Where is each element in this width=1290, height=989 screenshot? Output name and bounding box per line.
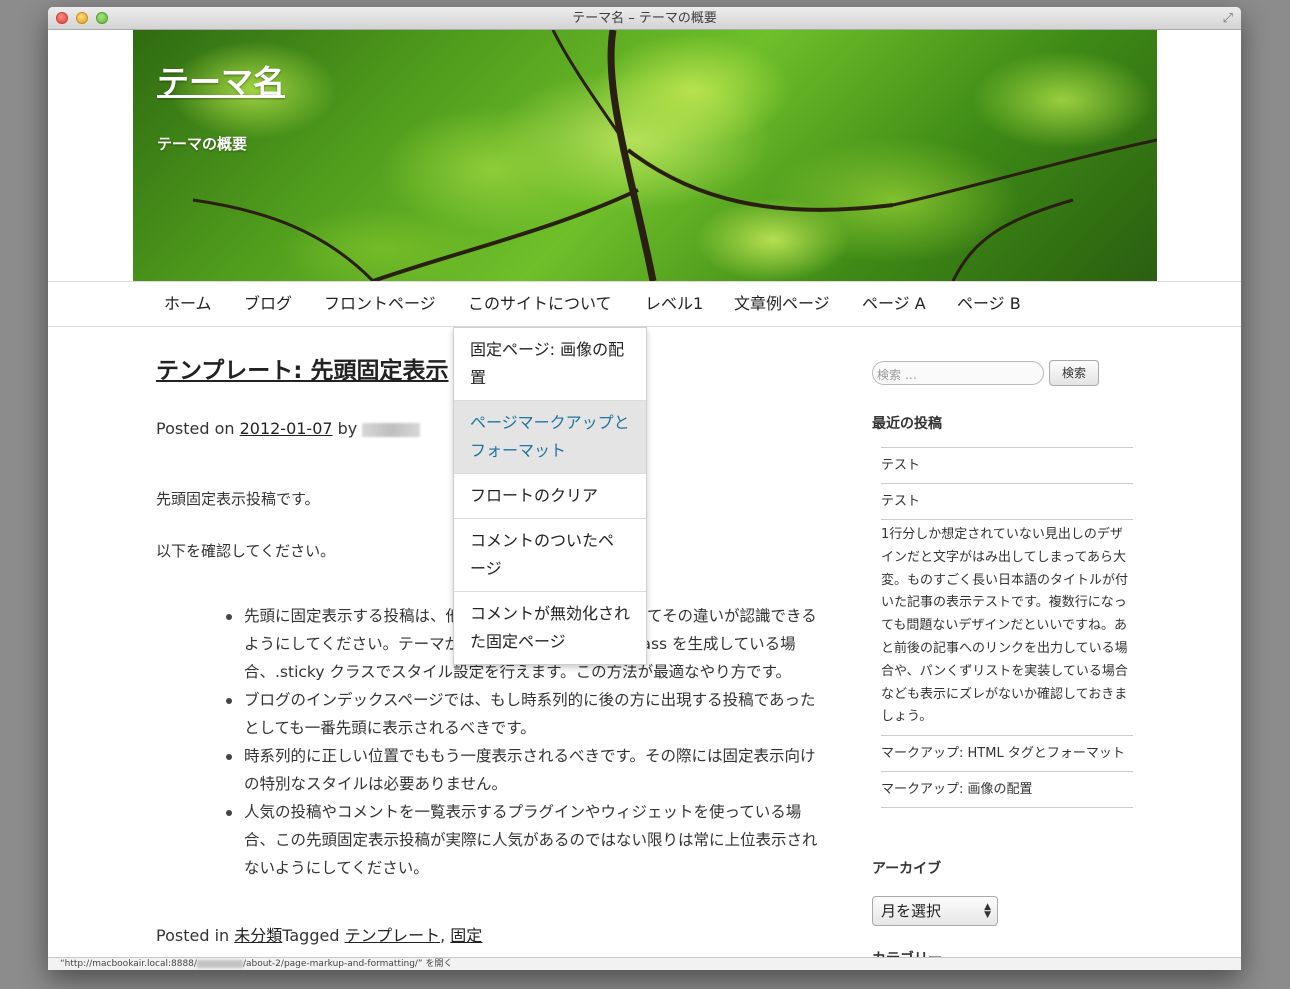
archive-select-value: 月を選択 [881, 902, 942, 920]
select-arrows-icon: ▲ ▼ [984, 902, 991, 920]
by-label: by [332, 419, 363, 438]
post-date-link[interactable]: 2012-01-07 [240, 419, 333, 438]
post-title-link[interactable]: テンプレート: 先頭固定表示 [156, 351, 449, 385]
status-url-blurred [196, 959, 243, 968]
list-item: 人気の投稿やコメントを一覧表示するプラグインやウィジェットを使っている場合、この… [226, 798, 829, 882]
title-bar[interactable]: テーマ名 – テーマの概要 ⤢ [48, 7, 1241, 30]
status-bar: “http://macbookair.local:8888/ /about-2/p… [48, 957, 1241, 970]
close-window-button[interactable] [56, 12, 68, 24]
list-item: ブログのインデックスページでは、もし時系列的に後の方に出現する投稿であったとして… [226, 686, 829, 742]
submenu-item-markup-formatting[interactable]: ページマークアップとフォーマット [454, 401, 646, 474]
tag-separator: , [440, 926, 451, 945]
recent-post-link[interactable]: 1行分しか想定されていない見出しのデザインだと文字がはみ出してしまってあら大変。… [881, 520, 1133, 737]
archives-heading: アーカイブ [872, 861, 942, 877]
browser-window: テーマ名 – テーマの概要 ⤢ テーマ名 テーマの概要 ホーム ブログ フロント… [48, 7, 1241, 970]
submenu-item-page-with-comments[interactable]: コメントのついたページ [454, 519, 646, 592]
recent-posts-heading: 最近の投稿 [872, 416, 942, 432]
recent-post-link[interactable]: テスト [881, 484, 1133, 520]
author-name-blurred[interactable] [362, 422, 421, 437]
main-navigation: ホーム ブログ フロントページ このサイトについて レベル1 文章例ページ ペー… [48, 281, 1241, 327]
nav-item-level1[interactable]: レベル1 [645, 282, 703, 326]
post-check-text: 以下を確認してください。 [156, 542, 336, 560]
nav-item-front-page[interactable]: フロントページ [324, 282, 436, 326]
site-description: テーマの概要 [157, 135, 248, 153]
nav-item-home[interactable]: ホーム [164, 282, 212, 326]
nav-item-blog[interactable]: ブログ [244, 282, 292, 326]
header-image: テーマ名 テーマの概要 [133, 30, 1157, 281]
about-submenu: 固定ページ: 画像の配置 ページマークアップとフォーマット フロートのクリア コ… [453, 327, 647, 665]
site-title-link[interactable]: テーマ名 [157, 57, 285, 103]
window-title: テーマ名 – テーマの概要 [572, 11, 717, 26]
branches-graphic [192, 30, 1157, 281]
zoom-window-button[interactable] [96, 12, 108, 24]
nav-item-about[interactable]: このサイトについて [468, 282, 612, 326]
status-url-prefix: “http://macbookair.local:8888/ [60, 959, 197, 969]
post-intro: 先頭固定表示投稿です。 [156, 490, 320, 508]
web-page: テーマ名 テーマの概要 ホーム ブログ フロントページ このサイトについて レベ… [48, 30, 1241, 970]
archive-month-select[interactable]: 月を選択 ▲ ▼ [872, 896, 998, 926]
nav-item-page-b[interactable]: ページ B [957, 282, 1021, 326]
posted-in-label: Posted in [156, 926, 235, 945]
submenu-item-clearing-floats[interactable]: フロートのクリア [454, 474, 646, 519]
tagged-label: Tagged [282, 926, 345, 945]
fullscreen-icon[interactable]: ⤢ [1223, 11, 1233, 26]
submenu-item-comments-disabled[interactable]: コメントが無効化された固定ページ [454, 592, 646, 664]
recent-post-link[interactable]: マークアップ: HTML タグとフォーマット [881, 736, 1133, 773]
post-meta: Posted on 2012-01-07 by [156, 419, 421, 438]
recent-post-link[interactable]: マークアップ: 画像の配置 [881, 772, 1133, 809]
recent-post-link[interactable]: テスト [881, 448, 1133, 484]
category-link[interactable]: 未分類 [234, 926, 282, 945]
nav-item-page-a[interactable]: ページ A [862, 282, 926, 326]
tag-link[interactable]: テンプレート [345, 926, 441, 945]
tag-link[interactable]: 固定 [450, 926, 482, 945]
submenu-item-image-alignment[interactable]: 固定ページ: 画像の配置 [454, 328, 646, 401]
minimize-window-button[interactable] [76, 12, 88, 24]
search-button[interactable]: 検索 [1049, 360, 1099, 386]
posted-on-label: Posted on [156, 419, 240, 438]
list-item: 時系列的に正しい位置でももう一度表示されるべきです。その際には固定表示向けの特別… [226, 742, 829, 798]
recent-posts-list: テスト テスト 1行分しか想定されていない見出しのデザインだと文字がはみ出してし… [881, 447, 1133, 809]
status-url-suffix: /about-2/page-markup-and-formatting/” を開… [242, 959, 453, 969]
search-input[interactable]: 検索 … [872, 361, 1044, 385]
nav-item-sample-page[interactable]: 文章例ページ [734, 282, 830, 326]
post-footer: Posted in 未分類Tagged テンプレート, 固定 [156, 922, 482, 946]
